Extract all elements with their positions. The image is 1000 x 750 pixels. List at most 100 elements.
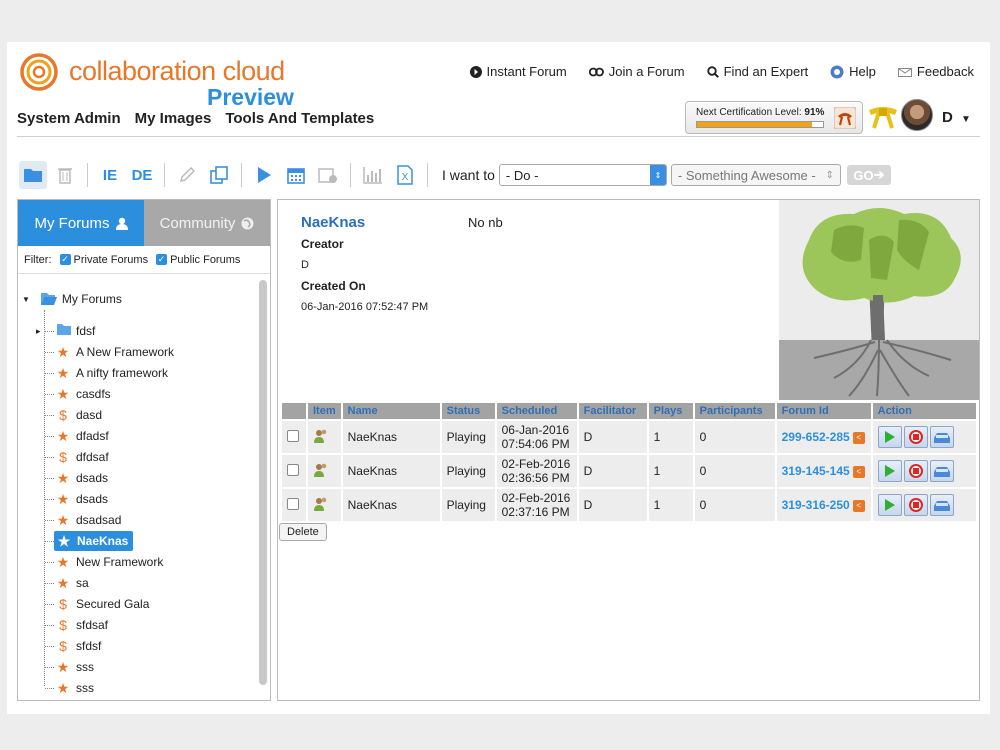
forum-details-button[interactable]: [929, 426, 954, 448]
expand-caret-icon[interactable]: ▸: [36, 326, 41, 337]
tree-item[interactable]: ★ dsads: [45, 489, 108, 509]
plays-cell: 1: [648, 489, 693, 521]
folder-button[interactable]: [19, 161, 47, 189]
row-checkbox[interactable]: [287, 463, 299, 476]
filter-public-checkbox[interactable]: ✓ Public Forums: [156, 254, 240, 266]
find-expert-link[interactable]: Find an Expert: [706, 64, 808, 79]
tree-item[interactable]: ★ sss: [45, 678, 94, 698]
col-facilitator[interactable]: Facilitator: [578, 403, 647, 419]
schedule-button[interactable]: [282, 161, 310, 189]
row-checkbox[interactable]: [287, 497, 299, 510]
trash-icon: [58, 168, 72, 184]
share-icon[interactable]: <: [852, 499, 865, 512]
tab-community[interactable]: Community: [144, 200, 270, 246]
tree-item[interactable]: ▸ fdsf: [36, 321, 95, 341]
certification-widget[interactable]: Next Certification Level: 91%: [685, 101, 863, 134]
folder-icon: [24, 169, 42, 182]
nav-my-images[interactable]: My Images: [135, 110, 212, 127]
tree-item[interactable]: $ dfdsaf: [45, 447, 109, 467]
play-forum-button[interactable]: [877, 426, 902, 448]
forum-details-button[interactable]: [929, 494, 954, 516]
stop-forum-button[interactable]: [903, 426, 928, 448]
nav-tools-templates[interactable]: Tools And Templates: [225, 110, 374, 127]
report-button[interactable]: [359, 161, 387, 189]
tree-item[interactable]: ★ casdfs: [45, 384, 111, 404]
brand-sub: Preview: [207, 84, 294, 110]
col-plays[interactable]: Plays: [648, 403, 693, 419]
tree-item[interactable]: ★ dfadsf: [45, 426, 109, 446]
tree-item[interactable]: ★ A nifty framework: [45, 363, 168, 383]
col-item[interactable]: Item: [308, 403, 341, 419]
col-name[interactable]: Name: [342, 403, 440, 419]
tree-item[interactable]: $ sfdsf: [45, 636, 101, 656]
tree-item[interactable]: ★ dsadsad: [45, 510, 122, 530]
feedback-link[interactable]: Feedback: [897, 64, 974, 79]
schedule-settings-button[interactable]: [314, 161, 342, 189]
forum-id-link[interactable]: 299-652-285: [782, 430, 850, 444]
play-forum-button[interactable]: [877, 460, 902, 482]
table-row[interactable]: NaeKnas Playing 06-Jan-2016 07:54:06 PM D 1 0 2…: [282, 421, 976, 453]
play-forum-button[interactable]: [877, 494, 902, 516]
folder-icon: [56, 323, 71, 339]
do-select[interactable]: - Do - ⇕: [498, 164, 667, 186]
instant-forum-link[interactable]: Instant Forum: [469, 64, 567, 79]
tree-item[interactable]: $ sfdsaf: [45, 615, 108, 635]
tree-item-label: dsadsad: [76, 513, 122, 527]
col-scheduled[interactable]: Scheduled: [496, 403, 577, 419]
stop-forum-button[interactable]: [903, 460, 928, 482]
filter-private-checkbox[interactable]: ✓ Private Forums: [59, 254, 148, 266]
col-forum-id[interactable]: Forum Id: [776, 403, 871, 419]
play-button[interactable]: [250, 161, 278, 189]
tab-my-forums[interactable]: My Forums: [18, 200, 144, 246]
tree-item[interactable]: ★ A New Framework: [45, 342, 174, 362]
delete-rows-button[interactable]: Delete: [279, 523, 327, 541]
certification-progress-fill: [697, 122, 812, 127]
scheduled-time: 02:37:16 PM: [501, 505, 570, 519]
copy-button[interactable]: [205, 161, 233, 189]
join-forum-link[interactable]: Join a Forum: [588, 64, 685, 79]
tree-item[interactable]: ★ dsads: [45, 468, 108, 488]
tree-scrollbar[interactable]: [259, 280, 267, 685]
user-menu[interactable]: D ▼: [942, 109, 971, 126]
forum-tree-panel: My Forums Community Filter: ✓ Private For…: [17, 199, 271, 701]
something-select[interactable]: - Something Awesome - ⇕: [670, 164, 841, 186]
tree-item[interactable]: ★ New Framework: [45, 552, 163, 572]
dollar-icon: $: [59, 638, 67, 654]
tree-item[interactable]: $ dasd: [45, 405, 103, 425]
forum-id-cell: 319-145-145 <: [776, 455, 871, 487]
stop-forum-button[interactable]: [903, 494, 928, 516]
share-icon[interactable]: <: [852, 465, 865, 478]
scheduled-cell: 02-Feb-2016 02:36:56 PM: [496, 455, 577, 487]
created-value: 06-Jan-2016 07:52:47 PM: [301, 301, 429, 313]
collapse-caret-icon[interactable]: ▼: [22, 295, 30, 304]
tree-item[interactable]: ★ sa: [45, 573, 89, 593]
nav-system-admin[interactable]: System Admin: [17, 110, 121, 127]
go-button[interactable]: GO ➔: [846, 165, 891, 185]
tree-item[interactable]: $ Secured Gala: [45, 594, 149, 614]
forum-id-link[interactable]: 319-145-145: [782, 464, 850, 478]
forum-id-link[interactable]: 319-316-250: [782, 498, 850, 512]
instant-forum-label: Instant Forum: [486, 64, 567, 79]
ie-label: IE: [102, 166, 118, 184]
help-link[interactable]: Help: [830, 64, 876, 79]
tree-item[interactable]: ★ sss: [45, 657, 94, 677]
excel-button[interactable]: X: [391, 161, 419, 189]
facilitator-cell: D: [578, 489, 647, 521]
forum-title[interactable]: NaeKnas: [301, 214, 365, 231]
share-icon[interactable]: <: [852, 431, 865, 444]
col-status[interactable]: Status: [441, 403, 495, 419]
forum-image: [779, 200, 979, 400]
col-participants[interactable]: Participants: [694, 403, 775, 419]
edit-button[interactable]: [173, 161, 201, 189]
table-row[interactable]: NaeKnas Playing 02-Feb-2016 02:36:56 PM D 1 0 3…: [282, 455, 976, 487]
avatar[interactable]: [901, 99, 933, 131]
table-row[interactable]: NaeKnas Playing 02-Feb-2016 02:37:16 PM D 1 0 3…: [282, 489, 976, 521]
delete-button[interactable]: [51, 161, 79, 189]
tree-root[interactable]: ▼ My Forums: [22, 292, 122, 306]
tree-item[interactable]: ★ NaeKnas: [45, 531, 134, 551]
import-button[interactable]: IE: [96, 161, 124, 189]
export-button[interactable]: DE: [128, 161, 156, 189]
forum-details-button[interactable]: [929, 460, 954, 482]
tree-item-label: dasd: [76, 408, 103, 422]
row-checkbox[interactable]: [287, 429, 299, 442]
